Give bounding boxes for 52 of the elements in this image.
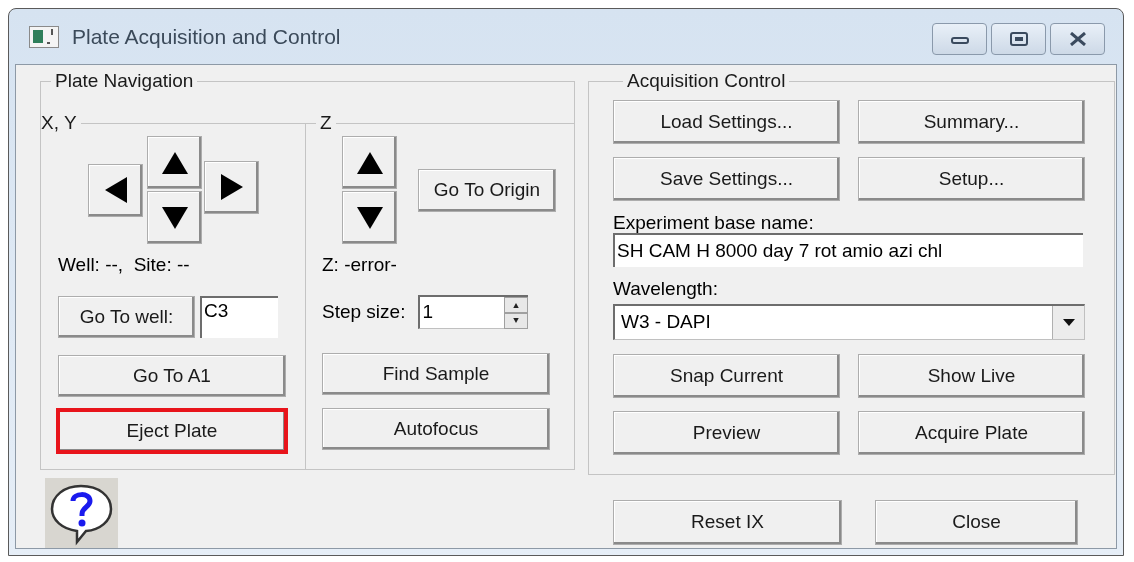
group-title: Acquisition Control <box>626 70 787 92</box>
step-size-label: Step size: <box>322 301 406 323</box>
maximize-icon <box>1009 31 1028 46</box>
dropdown-caret-icon <box>1062 319 1075 326</box>
help-icon[interactable] <box>45 478 118 548</box>
field-label: Experiment base name: <box>613 213 815 233</box>
z-up-button[interactable] <box>342 136 397 189</box>
move-right-button[interactable] <box>204 160 259 214</box>
action-button[interactable]: Save Settings... <box>613 157 840 201</box>
spin-down-icon[interactable] <box>504 313 529 329</box>
z-status: Z: -error- <box>322 254 398 276</box>
right-arrow-icon <box>220 174 243 200</box>
close-icon <box>1068 31 1087 46</box>
move-down-button[interactable] <box>147 191 202 244</box>
group-title: Z <box>319 112 333 134</box>
field-label: Wavelength: <box>613 278 719 300</box>
minimize-button[interactable] <box>932 22 987 55</box>
action-button[interactable]: Show Live <box>858 354 1085 398</box>
well-field[interactable]: C3 <box>200 296 278 338</box>
wavelength-dropdown[interactable]: W3 - DAPI <box>613 304 1085 340</box>
action-button[interactable]: Autofocus <box>322 408 550 450</box>
close-button[interactable]: Close <box>875 500 1078 545</box>
down-arrow-icon <box>161 206 188 229</box>
group-title: X, Y <box>41 112 78 134</box>
left-arrow-icon <box>104 177 127 203</box>
up-arrow-icon <box>161 151 188 174</box>
action-button[interactable]: Setup... <box>858 157 1085 201</box>
window-title: Plate Acquisition and Control <box>72 23 341 50</box>
action-button[interactable]: Load Settings... <box>613 100 840 144</box>
maximize-button[interactable] <box>991 22 1046 55</box>
close-button[interactable] <box>1050 22 1105 55</box>
action-button[interactable]: Find Sample <box>322 353 550 395</box>
reset-button[interactable]: Reset IX <box>613 500 842 545</box>
move-left-button[interactable] <box>88 163 143 217</box>
go-to-origin-button[interactable]: Go To Origin <box>418 168 556 212</box>
action-button[interactable]: Preview <box>613 411 840 455</box>
go-to-well-button[interactable]: Go To well: <box>58 296 195 338</box>
action-button[interactable]: Acquire Plate <box>858 411 1085 455</box>
action-button[interactable]: Go To A1 <box>58 355 286 397</box>
spin-up-icon[interactable] <box>504 297 529 313</box>
action-button[interactable]: Eject Plate <box>58 410 286 452</box>
up-arrow-icon <box>356 151 383 174</box>
action-button[interactable]: Summary... <box>858 100 1085 144</box>
app-icon <box>29 25 59 48</box>
down-arrow-icon <box>356 206 383 229</box>
well-site-status: Well: --, Site: -- <box>58 254 191 276</box>
action-button[interactable]: Snap Current <box>613 354 840 398</box>
step-size-field[interactable]: 1 <box>418 295 505 329</box>
move-up-button[interactable] <box>147 136 202 189</box>
z-down-button[interactable] <box>342 191 397 244</box>
experiment-name-field[interactable]: SH CAM H 8000 day 7 rot amio azi chl <box>613 233 1083 267</box>
group-title: Plate Navigation <box>54 70 195 92</box>
